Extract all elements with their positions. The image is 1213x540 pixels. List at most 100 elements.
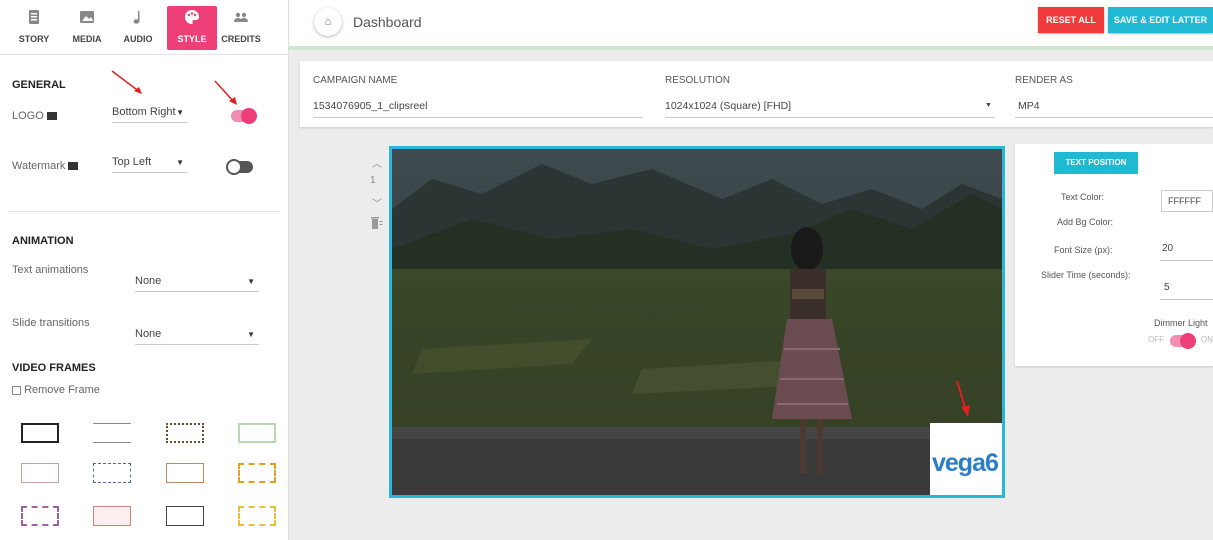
tab-story[interactable]: STORY (9, 6, 59, 50)
watermark-label: Watermark (12, 160, 79, 172)
render-as-label: RENDER AS (1015, 75, 1073, 86)
text-animations-value: None (135, 275, 162, 287)
campaign-name-label: CAMPAIGN NAME (313, 75, 398, 86)
select-underline (1015, 117, 1213, 118)
text-color-input[interactable]: FFFFFF (1161, 190, 1213, 212)
tab-credits-label: CREDITS (221, 34, 261, 44)
text-settings-card (1015, 144, 1213, 366)
tab-media-label: MEDIA (72, 34, 102, 44)
tab-audio[interactable]: AUDIO (113, 6, 163, 50)
delete-icon[interactable] (371, 216, 383, 233)
app-root: STORY MEDIA AUDIO STYLE CREDITS GENERAL … (0, 0, 1213, 540)
sidebar: STORY MEDIA AUDIO STYLE CREDITS GENERAL … (0, 0, 289, 540)
frame-option[interactable] (166, 463, 204, 483)
campaign-name-input[interactable]: 1534076905_1_clipsreel (313, 100, 427, 112)
remove-frame-checkbox[interactable] (12, 385, 21, 395)
caret-down-icon: ▼ (247, 330, 255, 339)
slide-number: 1 (370, 175, 376, 186)
frame-option[interactable] (21, 423, 59, 443)
frame-option[interactable] (21, 506, 59, 526)
watermark-toggle[interactable] (226, 159, 253, 175)
caret-down-icon: ▼ (176, 108, 184, 117)
frame-option[interactable] (166, 423, 204, 443)
top-bar-accent-line (289, 46, 1213, 50)
caret-down-icon: ▼ (176, 158, 184, 167)
page-title: Dashboard (353, 14, 422, 30)
watermark-position-select[interactable]: Top Left ▼ (112, 156, 188, 173)
frame-option[interactable] (238, 463, 276, 483)
font-size-input[interactable]: 20 (1162, 243, 1173, 254)
tab-credits[interactable]: CREDITS (216, 6, 266, 50)
save-edit-later-button[interactable]: SAVE & EDIT LATTER (1108, 7, 1213, 33)
dimmer-toggle[interactable] (1170, 333, 1196, 349)
annotation-arrow-icon (214, 80, 237, 105)
move-down-icon[interactable]: ﹀ (372, 195, 382, 210)
frame-option[interactable] (238, 423, 276, 443)
slide-transitions-label: Slide transitions (12, 317, 90, 329)
info-icon (46, 112, 57, 121)
toggle-knob (226, 159, 242, 175)
logo-overlay: vega6 (930, 423, 1002, 495)
image-icon (62, 9, 112, 29)
landscape-image (392, 149, 1002, 495)
video-frames-title: VIDEO FRAMES (12, 362, 96, 374)
frame-option[interactable] (93, 506, 131, 526)
home-button[interactable]: ⌂ (314, 8, 342, 36)
input-underline (1160, 299, 1213, 300)
slide-preview[interactable]: vega6 (389, 146, 1005, 498)
frame-option[interactable] (21, 463, 59, 483)
render-as-select[interactable]: MP4 (1018, 100, 1040, 112)
logo-label: LOGO (12, 110, 57, 122)
logo-position-select[interactable]: Bottom Right ▼ (112, 106, 188, 123)
slide-transitions-value: None (135, 328, 162, 340)
slider-time-label: Slider Time (seconds): (1041, 270, 1131, 280)
tab-audio-label: AUDIO (123, 34, 153, 44)
watermark-position-value: Top Left (112, 156, 152, 168)
people-icon (216, 9, 266, 29)
caret-down-icon: ▼ (247, 277, 255, 286)
bg-color-label: Add Bg Color: (1057, 217, 1114, 227)
dimmer-off-label: OFF (1148, 335, 1164, 344)
document-icon (9, 9, 59, 29)
text-color-label: Text Color: (1061, 192, 1105, 202)
music-note-icon (113, 9, 163, 29)
resolution-label: RESOLUTION (665, 75, 731, 86)
frame-option[interactable] (166, 506, 204, 526)
dimmer-light-label: Dimmer Light (1154, 318, 1208, 328)
dimmer-on-label: ON (1201, 335, 1213, 344)
remove-frame-row: Remove Frame (12, 384, 100, 396)
resolution-select[interactable]: 1024x1024 (Square) [FHD] (665, 100, 791, 112)
font-size-label: Font Size (px): (1054, 245, 1113, 255)
palette-icon (167, 9, 217, 29)
text-animations-select[interactable]: None ▼ (135, 275, 259, 292)
home-icon: ⌂ (324, 16, 332, 28)
sidebar-tabs: STORY MEDIA AUDIO STYLE CREDITS (0, 0, 289, 55)
text-position-button[interactable]: TEXT POSITION (1054, 152, 1138, 174)
animation-title: ANIMATION (12, 235, 74, 247)
reset-all-button[interactable]: RESET ALL (1038, 7, 1104, 33)
frame-option[interactable] (93, 423, 131, 443)
annotation-arrow-icon (111, 70, 142, 94)
slider-time-input[interactable]: 5 (1164, 282, 1170, 293)
input-underline (1160, 260, 1213, 261)
frame-option[interactable] (238, 506, 276, 526)
caret-down-icon: ▼ (985, 102, 992, 109)
toggle-knob (241, 108, 257, 124)
info-icon (68, 162, 79, 171)
toggle-knob (1180, 333, 1196, 349)
remove-frame-label: Remove Frame (24, 384, 100, 396)
slide-transitions-select[interactable]: None ▼ (135, 328, 259, 345)
tab-style[interactable]: STYLE (167, 6, 217, 50)
select-underline (665, 117, 995, 118)
tab-style-label: STYLE (177, 34, 207, 44)
tab-media[interactable]: MEDIA (62, 6, 112, 50)
section-divider (8, 211, 280, 212)
text-animations-label: Text animations (12, 264, 89, 276)
tab-story-label: STORY (18, 34, 50, 44)
input-underline (313, 117, 643, 118)
logo-toggle[interactable] (231, 108, 257, 124)
general-title: GENERAL (12, 79, 66, 91)
logo-position-value: Bottom Right (112, 106, 176, 118)
frame-option[interactable] (93, 463, 131, 483)
move-up-icon[interactable]: ︿ (372, 155, 382, 170)
